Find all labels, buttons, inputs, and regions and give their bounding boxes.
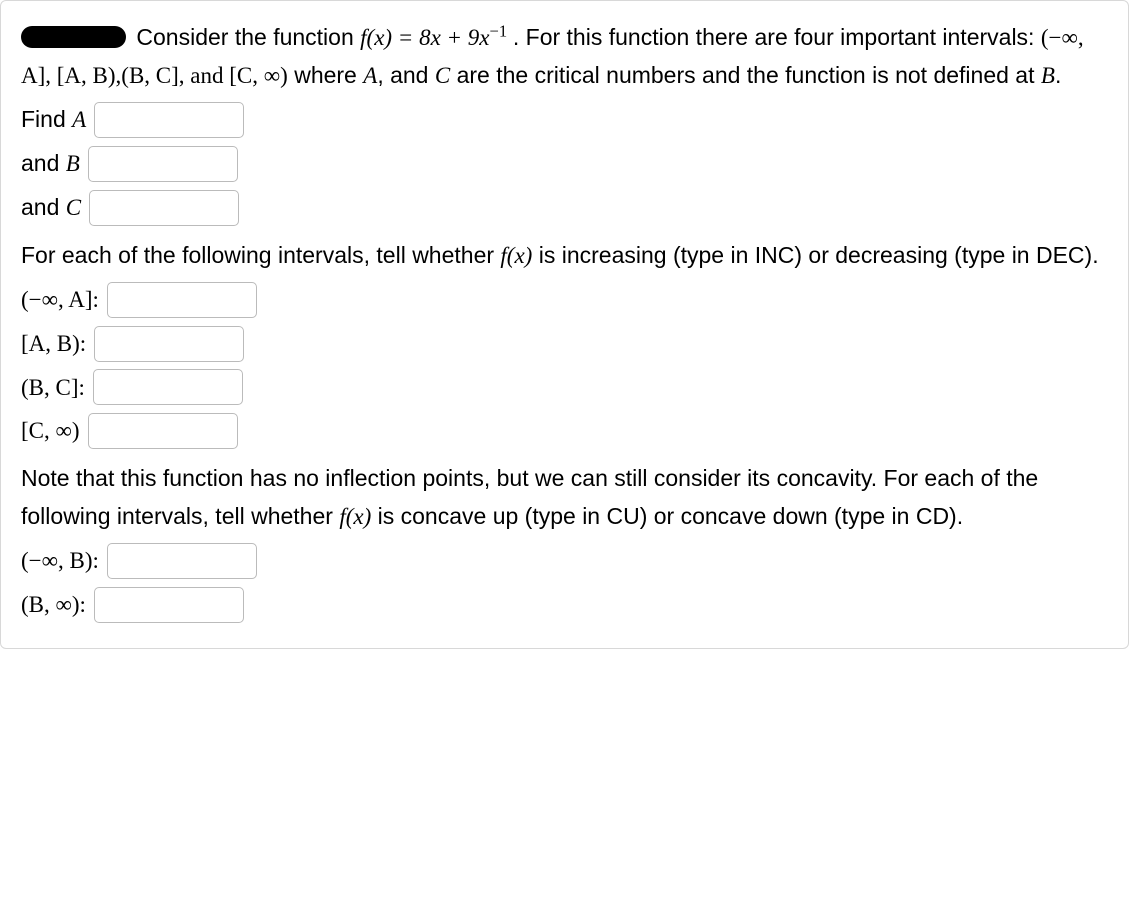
find-B-row: and B — [21, 145, 1108, 183]
concavity-instructions: Note that this function has no inflectio… — [21, 460, 1108, 536]
interval-3-label: (B, C]: — [21, 369, 85, 407]
input-concavity-2[interactable] — [94, 587, 244, 623]
interval-1-label: (−∞, A]: — [21, 281, 99, 319]
incdec-instructions: For each of the following intervals, tel… — [21, 237, 1108, 275]
find-C-pre: and — [21, 194, 66, 220]
find-C-var: C — [66, 195, 81, 220]
concavity-1-label: (−∞, B): — [21, 542, 99, 580]
interval-4-label: [C, ∞) — [21, 412, 80, 450]
find-A-pre: Find — [21, 106, 72, 132]
incdec-fx: f(x) — [500, 243, 532, 268]
find-B-label: and B — [21, 145, 80, 183]
find-A-row: Find A — [21, 101, 1108, 139]
find-C-label: and C — [21, 189, 81, 227]
intro-text-1e: are the critical numbers and the functio… — [450, 62, 1041, 88]
input-concavity-1[interactable] — [107, 543, 257, 579]
concavity-2-row: (B, ∞): — [21, 586, 1108, 624]
problem-statement: Consider the function f(x) = 8x + 9x−1 .… — [21, 19, 1108, 95]
interval-2-row: [A, B): — [21, 325, 1108, 363]
input-B[interactable] — [88, 146, 238, 182]
find-C-row: and C — [21, 189, 1108, 227]
concavity-1-row: (−∞, B): — [21, 542, 1108, 580]
interval-4-row: [C, ∞) — [21, 412, 1108, 450]
concavity-fx: f(x) — [339, 504, 371, 529]
concavity-2-label: (B, ∞): — [21, 586, 86, 624]
intro-text-1f: . — [1055, 62, 1061, 88]
func-lhs: f(x) = 8x + 9x — [360, 25, 489, 50]
input-A[interactable] — [94, 102, 244, 138]
incdec-text-a: For each of the following intervals, tel… — [21, 242, 500, 268]
input-C[interactable] — [89, 190, 239, 226]
func-exp: −1 — [490, 21, 508, 40]
incdec-text-b: is increasing (type in INC) or decreasin… — [532, 242, 1098, 268]
input-interval-4[interactable] — [88, 413, 238, 449]
interval-1-row: (−∞, A]: — [21, 281, 1108, 319]
find-B-var: B — [66, 151, 80, 176]
input-interval-1[interactable] — [107, 282, 257, 318]
intro-text-1a: Consider the function — [136, 24, 360, 50]
interval-2-label: [A, B): — [21, 325, 86, 363]
input-interval-3[interactable] — [93, 369, 243, 405]
var-A: A — [363, 63, 377, 88]
intro-text-1b: . For this function there are four impor… — [513, 24, 1041, 50]
var-C: C — [435, 63, 450, 88]
find-A-label: Find A — [21, 101, 86, 139]
interval-3-row: (B, C]: — [21, 369, 1108, 407]
intro-text-1c: where — [288, 62, 363, 88]
find-B-pre: and — [21, 150, 66, 176]
redacted-badge — [21, 26, 126, 48]
input-interval-2[interactable] — [94, 326, 244, 362]
var-B: B — [1041, 63, 1055, 88]
function-expression: f(x) = 8x + 9x−1 — [360, 25, 513, 50]
find-A-var: A — [72, 107, 86, 132]
intro-text-1d: , and — [377, 62, 435, 88]
problem-container: Consider the function f(x) = 8x + 9x−1 .… — [0, 0, 1129, 649]
concavity-text-b: is concave up (type in CU) or concave do… — [371, 503, 963, 529]
